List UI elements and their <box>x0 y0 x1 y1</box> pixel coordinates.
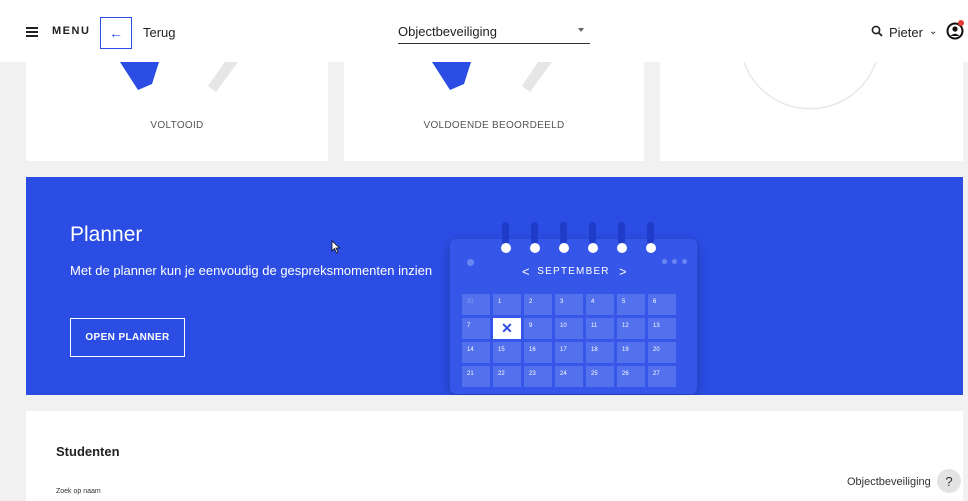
calendar-grid: 31 1 2 3 4 5 6 7 ✕ 9 10 11 12 13 14 15 16 17 18 19 20 21 22 23 2… <box>462 294 676 387</box>
hamburger-icon[interactable] <box>26 27 38 37</box>
calendar-day: 14 <box>462 342 490 363</box>
calendar-ring-hole <box>530 243 540 253</box>
planner-description: Met de planner kun je eenvoudig de gespr… <box>70 263 433 278</box>
calendar-ring <box>589 222 596 244</box>
help-button[interactable]: ? <box>937 469 961 493</box>
calendar-next-icon: > <box>619 264 627 279</box>
open-planner-button[interactable]: OPEN PLANNER <box>70 318 185 357</box>
stat-label-sufficient: VOLDOENDE BEOORDEELD <box>423 120 565 131</box>
calendar-ring-hole <box>588 243 598 253</box>
calendar-ring-hole <box>646 243 656 253</box>
planner-title: Planner <box>70 223 143 246</box>
calendar-day: 7 <box>462 318 490 339</box>
calendar-illustration: < SEPTEMBER > 31 1 2 3 4 5 6 7 ✕ 9 10 11 12 13 14 15 16 1… <box>450 222 697 394</box>
calendar-day: 11 <box>586 318 614 339</box>
calendar-day: 3 <box>555 294 583 315</box>
students-title: Studenten <box>56 444 120 459</box>
calendar-day: 16 <box>524 342 552 363</box>
calendar-day: 26 <box>617 366 645 387</box>
top-bar: MENU ← Terug Objectbeveiliging Pieter ⌄ <box>0 0 968 62</box>
arrow-left-icon: ← <box>109 25 123 41</box>
donut-segment-filled <box>432 62 471 90</box>
stat-card-sufficient: VOLDOENDE BEOORDEELD <box>344 62 644 161</box>
calendar-ring-hole <box>501 243 511 253</box>
calendar-ring <box>618 222 625 244</box>
stat-label-completed: VOLTOOID <box>150 120 204 131</box>
calendar-month: SEPTEMBER <box>537 266 610 277</box>
calendar-day: 5 <box>617 294 645 315</box>
calendar-day: 27 <box>648 366 676 387</box>
progress-donut <box>432 62 552 92</box>
calendar-ring <box>502 222 509 244</box>
calendar-day: 1 <box>493 294 521 315</box>
stat-card-third <box>660 62 963 161</box>
planner-banner: Planner Met de planner kun je eenvoudig … <box>26 177 963 395</box>
search-by-name-label: Zoek op naam <box>56 488 101 495</box>
user-name[interactable]: Pieter <box>889 25 923 40</box>
calendar-day: 22 <box>493 366 521 387</box>
calendar-day: 20 <box>648 342 676 363</box>
calendar-day: 17 <box>555 342 583 363</box>
calendar-ring-hole <box>559 243 569 253</box>
donut-segment-filled <box>120 62 159 90</box>
calendar-ring-hole <box>617 243 627 253</box>
calendar-day: 2 <box>524 294 552 315</box>
caret-down-icon <box>578 28 584 32</box>
calendar-day: 13 <box>648 318 676 339</box>
search-icon[interactable] <box>871 25 883 37</box>
calendar-day: 19 <box>617 342 645 363</box>
calendar-day: 25 <box>586 366 614 387</box>
calendar-dot <box>682 259 687 264</box>
calendar-day: 10 <box>555 318 583 339</box>
donut-segment-empty <box>522 62 552 92</box>
course-select[interactable]: Objectbeveiliging <box>398 18 590 44</box>
menu-label[interactable]: MENU <box>52 25 90 37</box>
progress-donut <box>120 62 238 92</box>
back-button[interactable]: ← <box>100 17 132 49</box>
calendar-day: 15 <box>493 342 521 363</box>
calendar-day: 9 <box>524 318 552 339</box>
chevron-down-icon[interactable]: ⌄ <box>929 26 937 37</box>
calendar-day: 21 <box>462 366 490 387</box>
calendar-day: 31 <box>462 294 490 315</box>
donut-segment-empty <box>208 62 238 92</box>
footer-course-name: Objectbeveiliging <box>847 476 931 488</box>
progress-donut <box>743 62 877 110</box>
calendar-day: 6 <box>648 294 676 315</box>
notification-badge <box>958 20 964 26</box>
calendar-dot <box>662 259 667 264</box>
students-section: Studenten Zoek op naam <box>26 411 963 501</box>
calendar-day: 24 <box>555 366 583 387</box>
calendar-ring <box>647 222 654 244</box>
stat-card-completed: VOLTOOID <box>26 62 328 161</box>
calendar-day: 4 <box>586 294 614 315</box>
calendar-dot <box>467 259 474 266</box>
calendar-ring <box>560 222 567 244</box>
calendar-day: 18 <box>586 342 614 363</box>
calendar-dot <box>672 259 677 264</box>
course-select-value: Objectbeveiliging <box>398 24 498 39</box>
back-label[interactable]: Terug <box>143 25 176 40</box>
calendar-day: 12 <box>617 318 645 339</box>
mouse-cursor-icon <box>331 240 341 254</box>
calendar-day-selected: ✕ <box>493 318 521 339</box>
calendar-ring <box>531 222 538 244</box>
calendar-day: 23 <box>524 366 552 387</box>
